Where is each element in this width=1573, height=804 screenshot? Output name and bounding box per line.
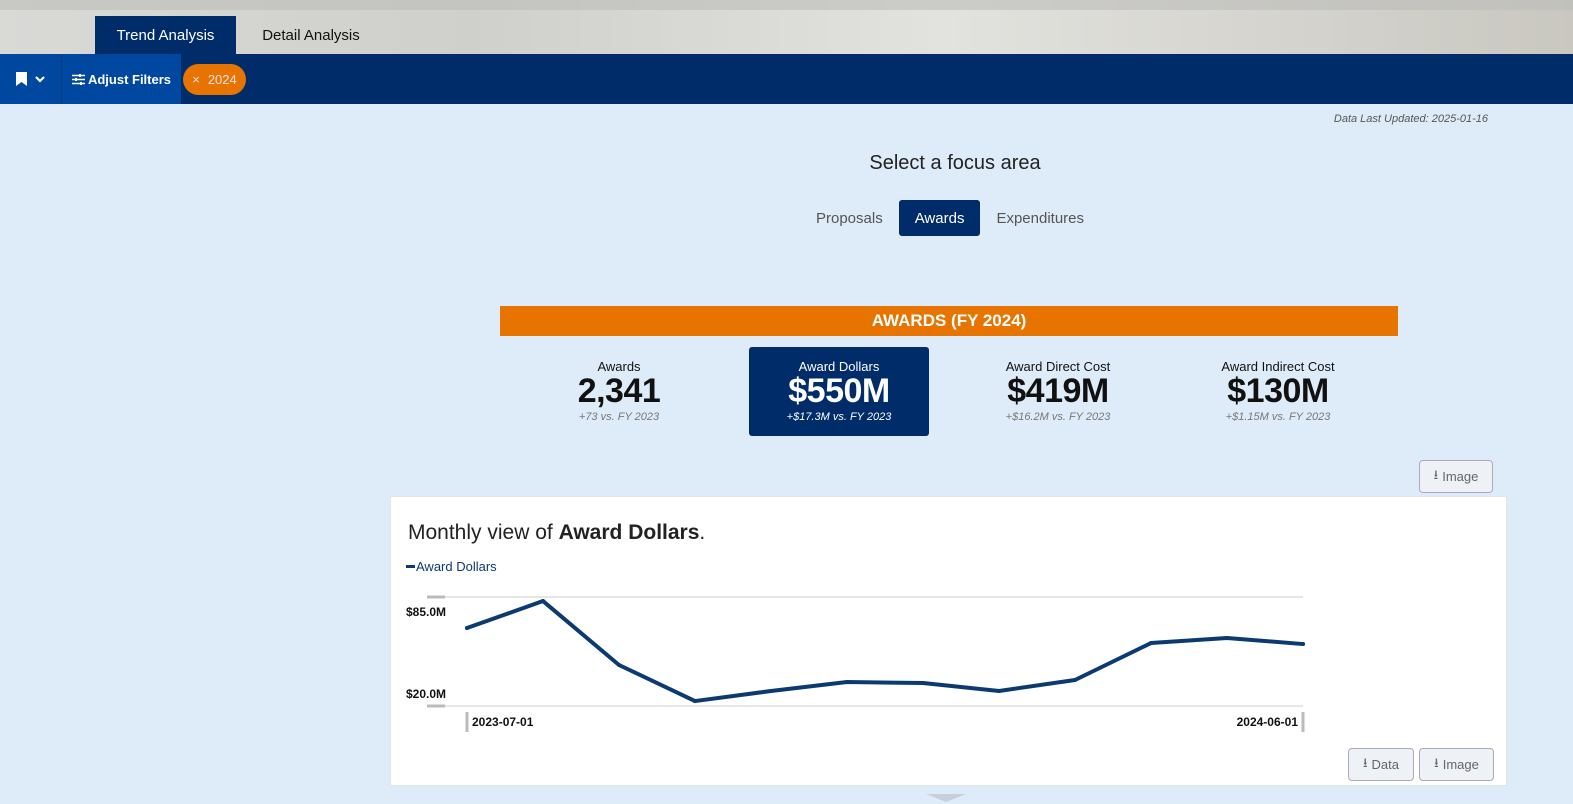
download-chart-image-button[interactable]: ⭳ Image bbox=[1419, 748, 1494, 781]
filter-chip-2024[interactable]: × 2024 bbox=[183, 64, 246, 95]
data-point bbox=[845, 680, 849, 685]
download-icon: ⭳ bbox=[1362, 754, 1368, 770]
data-point bbox=[1149, 641, 1153, 646]
data-point bbox=[1225, 636, 1229, 641]
focus-area-title: Select a focus area bbox=[869, 152, 1041, 174]
tab-trend-analysis[interactable]: Trend Analysis bbox=[95, 16, 236, 54]
kpi-award-indirect-cost[interactable]: Award Indirect Cost $130M +$1.15M vs. FY… bbox=[1188, 347, 1368, 436]
kpi-value: $130M bbox=[1227, 372, 1329, 410]
focus-area-tabs: Proposals Awards Expenditures bbox=[800, 200, 1100, 236]
filter-bar: Adjust Filters × 2024 bbox=[0, 54, 1573, 104]
x-tick-label: 2023-07-01 bbox=[472, 715, 534, 729]
kpi-delta: +$17.3M vs. FY 2023 bbox=[786, 411, 892, 423]
focus-tab-awards[interactable]: Awards bbox=[898, 200, 981, 236]
data-last-updated: Data Last Updated: 2025-01-16 bbox=[1333, 113, 1488, 125]
kpi-value: $550M bbox=[788, 372, 890, 410]
x-tick-label: 2024-06-01 bbox=[1237, 715, 1299, 729]
kpi-award-direct-cost[interactable]: Award Direct Cost $419M +$16.2M vs. FY 2… bbox=[968, 347, 1148, 436]
y-tick-label: $20.0M bbox=[406, 687, 446, 701]
download-kpi-image-button[interactable]: ⭳ Image bbox=[1419, 460, 1493, 493]
bookmark-menu-button[interactable] bbox=[0, 54, 62, 104]
kpi-delta: +$16.2M vs. FY 2023 bbox=[1005, 411, 1111, 423]
remove-filter-icon[interactable]: × bbox=[192, 72, 200, 87]
filter-chip-label: 2024 bbox=[207, 72, 237, 87]
button-label: Image bbox=[1442, 757, 1479, 772]
y-tick-label: $85.0M bbox=[406, 605, 446, 619]
button-label: Image bbox=[1442, 469, 1479, 484]
download-icon: ⭳ bbox=[1433, 466, 1439, 482]
data-point bbox=[465, 626, 469, 631]
data-point bbox=[769, 688, 773, 693]
series-line-award-dollars bbox=[465, 599, 1305, 704]
chart-card: Monthly view of Award Dollars. Award Dol… bbox=[390, 496, 1507, 786]
section-banner: AWARDS (FY 2024) bbox=[500, 306, 1398, 336]
chevron-down-icon bbox=[35, 76, 45, 83]
kpi-delta: +$1.15M vs. FY 2023 bbox=[1225, 411, 1331, 423]
data-point bbox=[1301, 642, 1305, 647]
data-point bbox=[997, 688, 1001, 693]
data-point bbox=[541, 599, 545, 604]
kpi-award-dollars[interactable]: Award Dollars $550M +$17.3M vs. FY 2023 bbox=[749, 347, 929, 436]
adjust-filters-button[interactable]: Adjust Filters bbox=[62, 54, 181, 104]
data-point bbox=[921, 681, 925, 686]
kpi-delta: +73 vs. FY 2023 bbox=[578, 411, 660, 423]
kpi-value: 2,341 bbox=[577, 372, 661, 410]
download-icon: ⭳ bbox=[1434, 754, 1439, 770]
data-point bbox=[617, 662, 621, 667]
bookmark-icon bbox=[16, 72, 27, 86]
adjust-filters-label: Adjust Filters bbox=[87, 71, 172, 87]
sliders-icon bbox=[71, 73, 85, 85]
focus-tab-proposals[interactable]: Proposals bbox=[800, 200, 899, 236]
data-point bbox=[1073, 678, 1077, 683]
data-point bbox=[693, 699, 697, 704]
kpi-awards[interactable]: Awards 2,341 +73 vs. FY 2023 bbox=[529, 347, 709, 436]
focus-tab-expenditures[interactable]: Expenditures bbox=[980, 200, 1100, 236]
line-chart: $85.0M $20.0M 2023-07-01 2024-06-01 bbox=[406, 595, 1305, 732]
scroll-down-indicator[interactable] bbox=[926, 794, 966, 802]
tab-detail-analysis[interactable]: Detail Analysis bbox=[236, 16, 386, 54]
download-data-button[interactable]: ⭳ Data bbox=[1348, 748, 1414, 781]
button-label: Data bbox=[1371, 757, 1400, 772]
kpi-value: $419M bbox=[1007, 372, 1109, 410]
